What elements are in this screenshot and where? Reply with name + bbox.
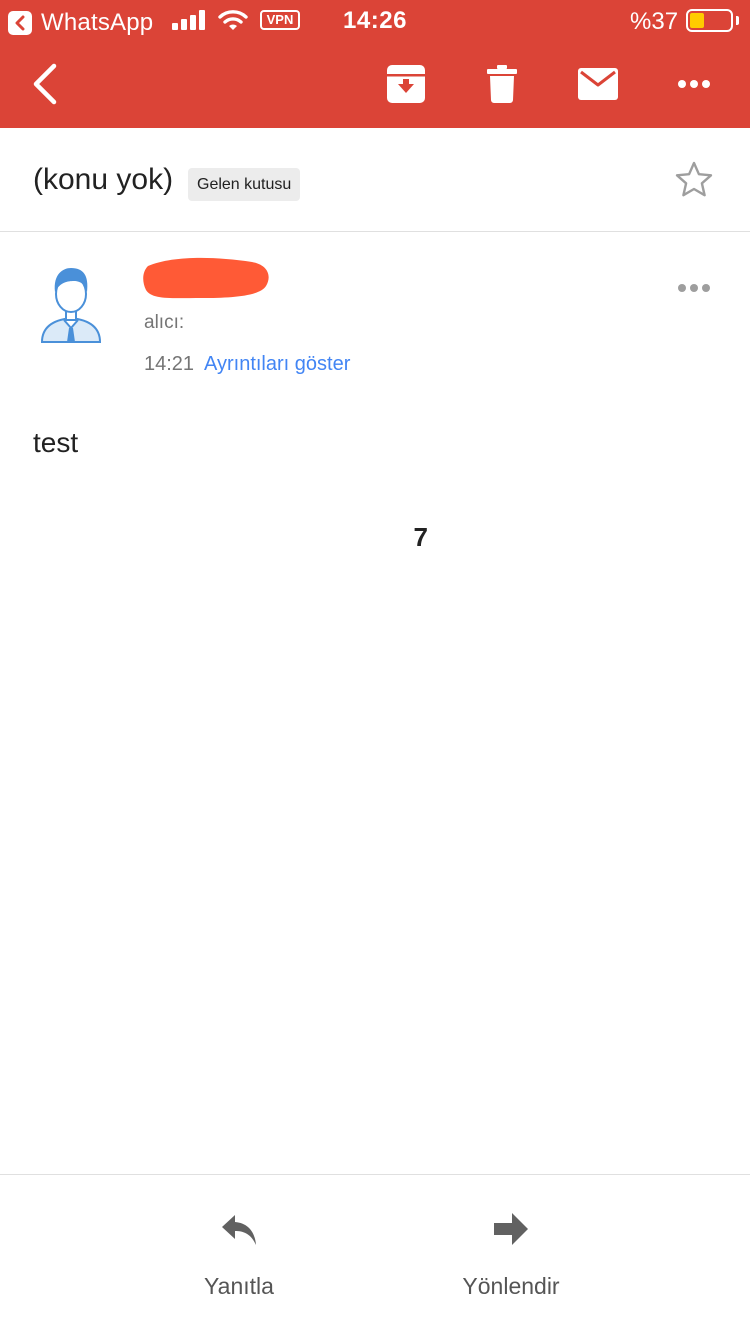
sender-name[interactable]: 7	[143, 257, 428, 552]
inbox-label-chip[interactable]: Gelen kutusu	[188, 168, 301, 201]
recipient-label: alıcı:	[144, 312, 185, 333]
archive-button[interactable]	[380, 40, 432, 128]
back-button[interactable]	[20, 40, 70, 128]
forward-icon-wrap	[421, 1213, 601, 1253]
forward-button[interactable]: Yönlendir	[421, 1175, 601, 1334]
back-icon	[33, 63, 57, 105]
more-options-button[interactable]	[668, 40, 720, 128]
delete-icon	[487, 65, 517, 103]
redaction-mark	[143, 257, 269, 299]
reply-icon	[222, 1215, 256, 1245]
sender-name-text: 7	[413, 522, 428, 552]
bottom-action-bar: Yanıtla Yönlendir	[0, 1174, 750, 1334]
battery-tip	[736, 16, 739, 25]
star-button[interactable]	[672, 158, 716, 202]
battery-icon	[686, 9, 733, 32]
subject-row: (konu yok) Gelen kutusu	[0, 128, 750, 232]
message-body: test	[33, 427, 79, 458]
battery-percent: %37	[630, 8, 679, 35]
more-icon	[678, 80, 710, 88]
status-bar: WhatsApp VPN 14:26 %37	[0, 0, 750, 40]
message-more-button[interactable]	[672, 272, 716, 304]
archive-icon	[387, 65, 425, 103]
battery-level-fill	[690, 13, 704, 28]
reply-button[interactable]: Yanıtla	[149, 1175, 329, 1334]
delete-button[interactable]	[476, 40, 528, 128]
sender-avatar-icon	[40, 268, 102, 343]
more-icon	[678, 284, 710, 292]
reply-label: Yanıtla	[204, 1273, 274, 1299]
reply-icon-wrap	[149, 1213, 329, 1253]
mail-icon	[578, 68, 618, 100]
app-header: WhatsApp VPN 14:26 %37	[0, 0, 750, 128]
message-toolbar	[0, 40, 750, 128]
message-subject: (konu yok)	[33, 163, 174, 196]
mark-unread-button[interactable]	[572, 40, 624, 128]
forward-icon	[494, 1213, 528, 1245]
show-details-link[interactable]: Ayrıntıları göster	[204, 353, 350, 376]
message-time: 14:21	[144, 353, 195, 375]
star-icon	[675, 161, 713, 197]
forward-label: Yönlendir	[462, 1273, 560, 1299]
